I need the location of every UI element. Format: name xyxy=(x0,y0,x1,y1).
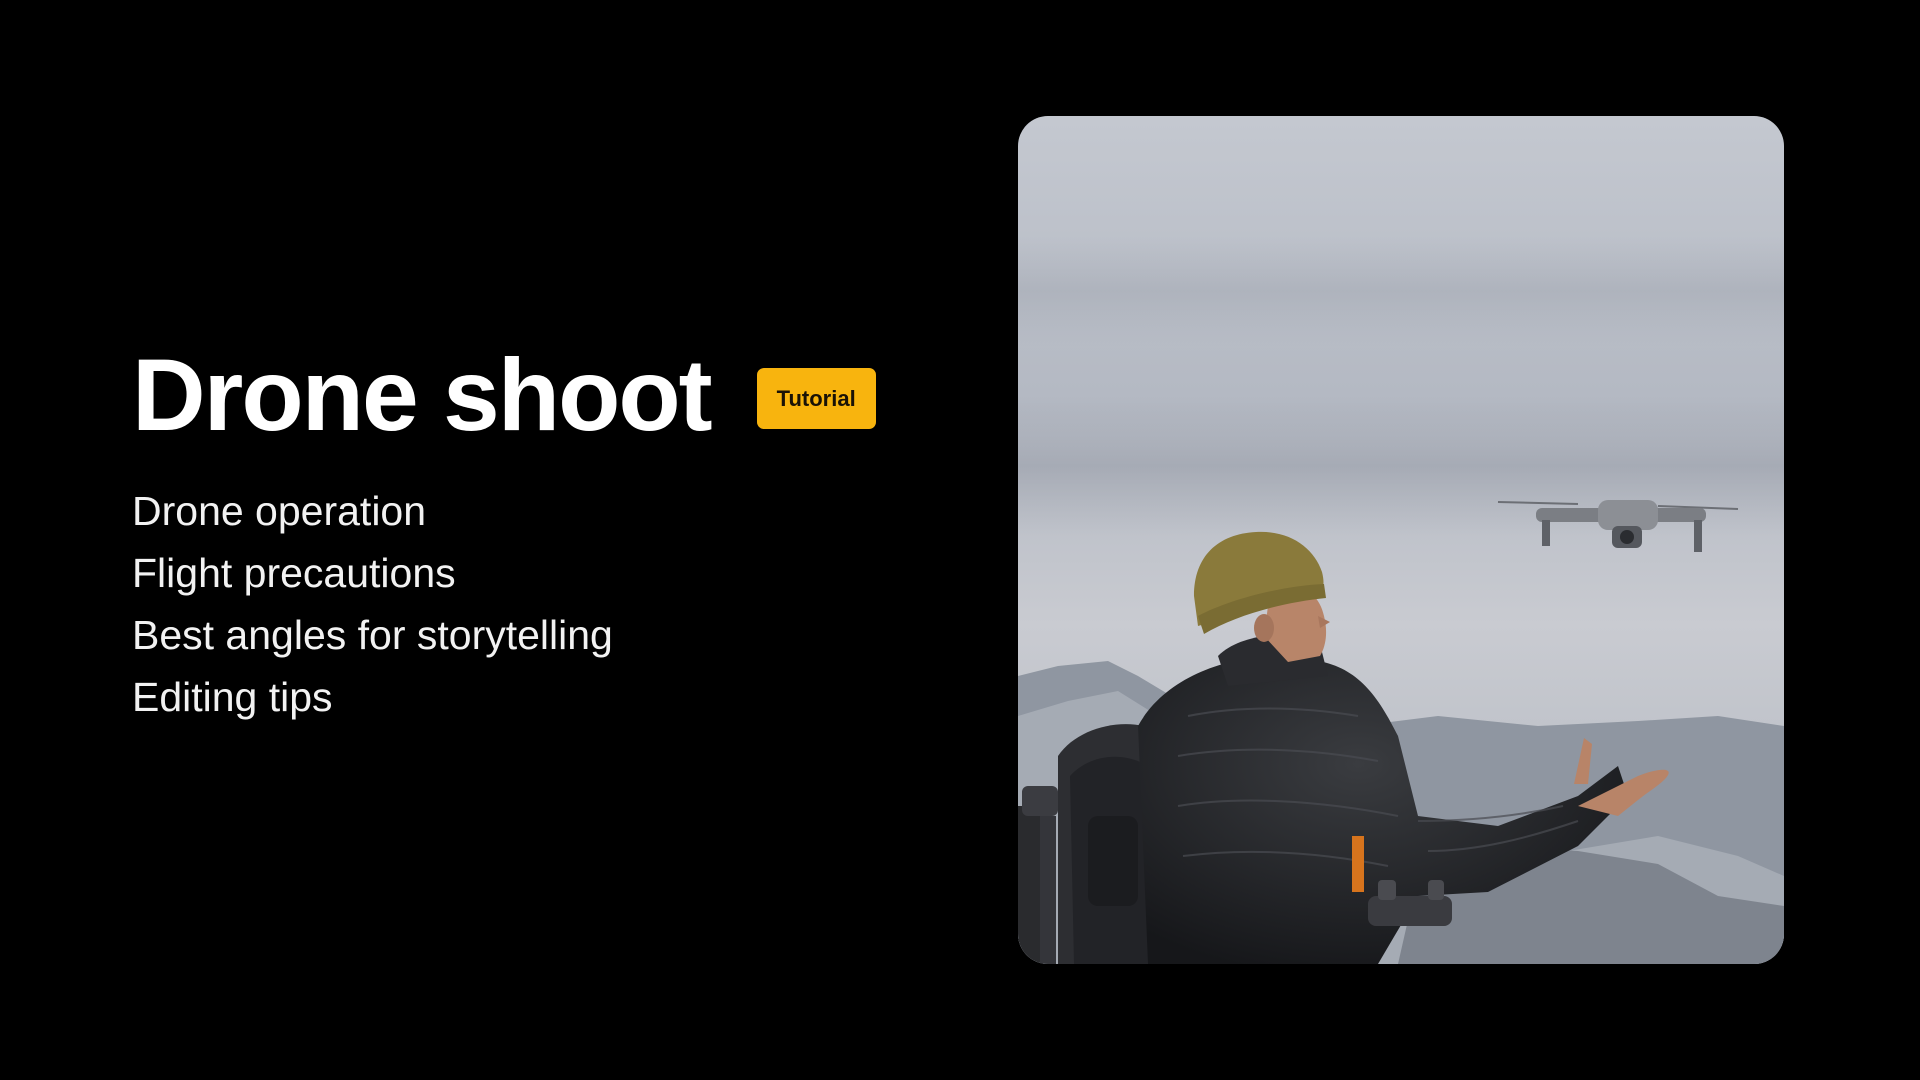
tutorial-badge: Tutorial xyxy=(756,367,876,429)
slide: Drone shoot Tutorial Drone operation Fli… xyxy=(0,0,1920,1080)
drone-photo xyxy=(1018,116,1784,964)
topic-list: Drone operation Flight precautions Best … xyxy=(132,480,952,728)
topic-item: Editing tips xyxy=(132,674,333,720)
title-row: Drone shoot Tutorial xyxy=(132,330,952,460)
topic-item: Flight precautions xyxy=(132,550,456,596)
text-panel: Drone shoot Tutorial Drone operation Fli… xyxy=(132,330,952,728)
slide-title: Drone shoot xyxy=(132,338,713,452)
photo-illustration xyxy=(1018,116,1784,964)
topic-item: Drone operation xyxy=(132,488,427,534)
topic-item: Best angles for storytelling xyxy=(132,612,613,658)
